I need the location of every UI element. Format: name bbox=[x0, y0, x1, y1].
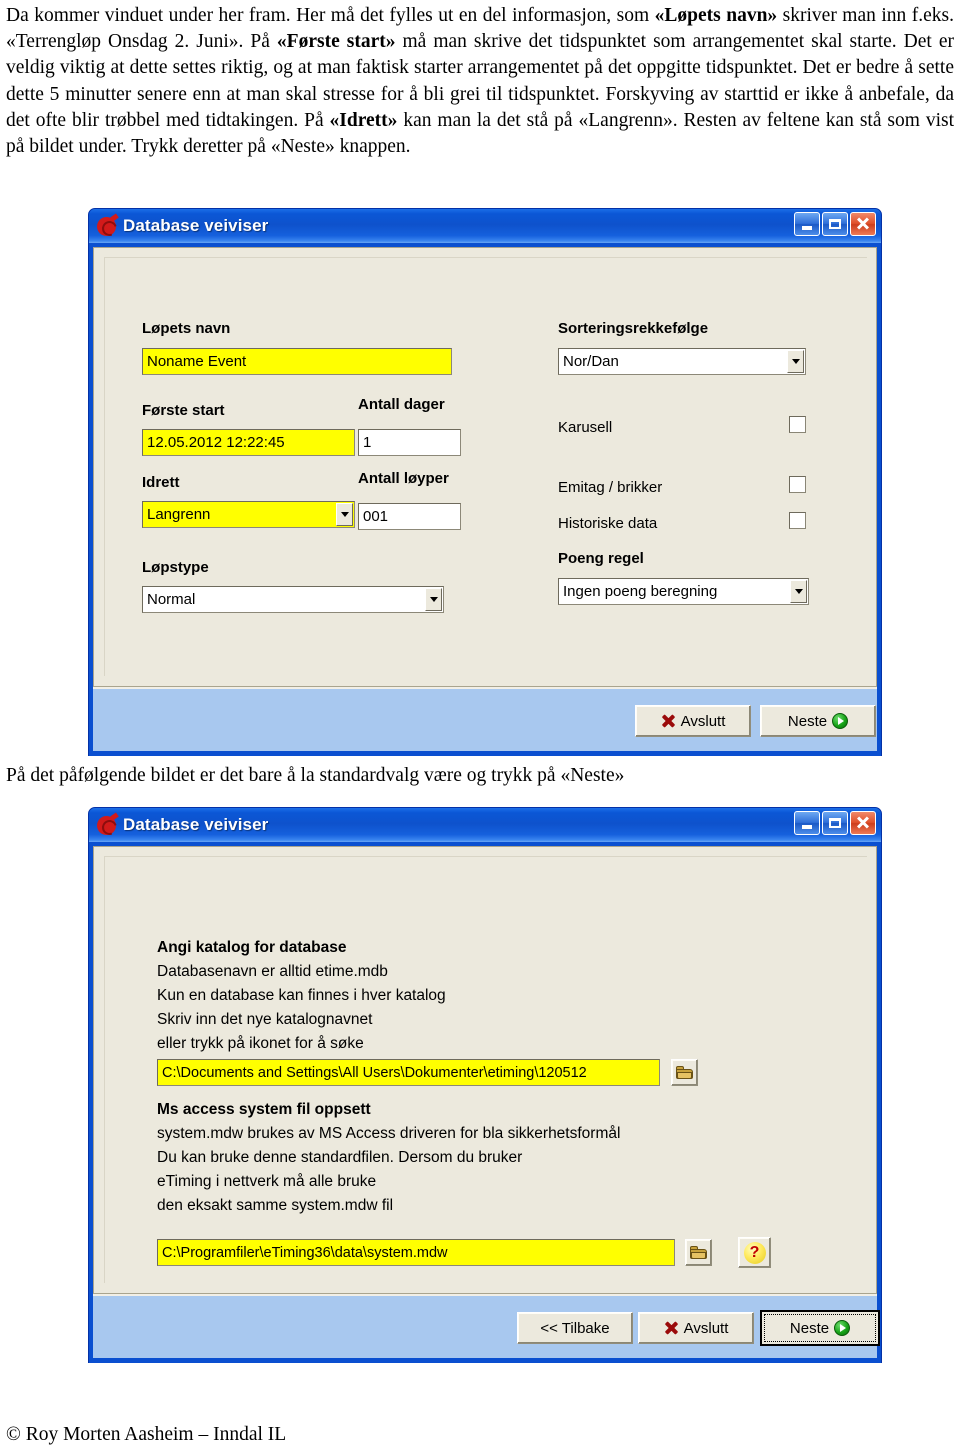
page-footer: © Roy Morten Aasheim – Inndal IL bbox=[6, 1424, 287, 1445]
database-wizard-dialog-step1: Database veiviser Løpets navn Noname Eve… bbox=[88, 208, 882, 756]
angi-katalog-line-3: Skriv inn det nye katalognavnet bbox=[157, 1011, 373, 1028]
dialog1-title: Database veiviser bbox=[123, 216, 269, 235]
dialog2-panel: Angi katalog for database Databasenavn e… bbox=[104, 856, 867, 1283]
system-mdw-path-input[interactable]: C:\Programfiler\eTiming36\data\system.md… bbox=[157, 1239, 675, 1266]
dialog1-button-bar: Avslutt Neste bbox=[93, 687, 877, 751]
red-x-icon bbox=[664, 1321, 679, 1336]
dialog1-bottom-edge bbox=[89, 751, 881, 756]
ms-access-line-3: eTiming i nettverk må alle bruke bbox=[157, 1173, 377, 1190]
close-icon[interactable] bbox=[850, 212, 876, 236]
poeng-regel-label: Poeng regel bbox=[558, 550, 644, 567]
dialog2-bottom-edge bbox=[89, 1358, 881, 1363]
intro-text: Da kommer vinduet under her fram. Her må… bbox=[6, 5, 655, 26]
intro-emphasis: «Løpets navn» bbox=[654, 5, 778, 26]
historiske-data-label: Historiske data bbox=[558, 515, 658, 532]
angi-katalog-line-1: Databasenavn er alltid etime.mdb bbox=[157, 963, 388, 980]
antall-dager-label: Antall dager bbox=[358, 396, 445, 413]
forste-start-label: Første start bbox=[142, 402, 225, 419]
tilbake-button[interactable]: << Tilbake bbox=[517, 1312, 633, 1344]
database-wizard-dialog-step2: Database veiviser Angi katalog for datab… bbox=[88, 807, 882, 1363]
neste-button-label: Neste bbox=[789, 1319, 830, 1337]
folder-open-icon bbox=[676, 1066, 693, 1079]
sorteringsrekkefolge-value: Nor/Dan bbox=[558, 348, 806, 375]
minimize-icon[interactable] bbox=[794, 811, 820, 835]
avslutt-button[interactable]: Avslutt bbox=[638, 1312, 754, 1344]
chevron-down-icon[interactable] bbox=[790, 580, 807, 603]
dialog1-titlebar-buttons bbox=[794, 212, 876, 236]
angi-katalog-line-4: eller trykk på ikonet for å søke bbox=[157, 1035, 364, 1052]
intro-emphasis: «Idrett» bbox=[329, 109, 398, 131]
maximize-icon[interactable] bbox=[822, 212, 848, 236]
question-mark-icon: ? bbox=[743, 1241, 766, 1264]
antall-loyper-label: Antall løyper bbox=[358, 470, 449, 487]
avslutt-button[interactable]: Avslutt bbox=[635, 705, 751, 737]
lopstype-dropdown[interactable]: Normal bbox=[142, 586, 444, 613]
chevron-down-icon[interactable] bbox=[425, 588, 442, 611]
green-play-icon bbox=[834, 1320, 851, 1336]
lopstype-dropdown-value: Normal bbox=[142, 586, 444, 613]
minimize-icon[interactable] bbox=[794, 212, 820, 236]
dialog1-client-area: Løpets navn Noname Event Første start 12… bbox=[93, 247, 877, 687]
emitag-brikker-checkbox[interactable] bbox=[789, 476, 806, 493]
intro-emphasis: «Første start» bbox=[276, 31, 396, 53]
lopets-navn-label: Løpets navn bbox=[142, 320, 231, 337]
idrett-label: Idrett bbox=[142, 474, 180, 491]
idrett-dropdown-value: Langrenn bbox=[142, 501, 355, 528]
lopets-navn-input[interactable]: Noname Event bbox=[142, 348, 452, 375]
neste-button-label: Neste bbox=[787, 712, 828, 730]
dialog2-client-area: Angi katalog for database Databasenavn e… bbox=[93, 846, 877, 1294]
forste-start-input[interactable]: 12.05.2012 12:22:45 bbox=[142, 429, 355, 456]
middle-paragraph: På det påfølgende bildet er det bare å l… bbox=[6, 765, 625, 786]
karusell-checkbox[interactable] bbox=[789, 416, 806, 433]
database-path-input[interactable]: C:\Documents and Settings\All Users\Doku… bbox=[157, 1059, 660, 1086]
dialog2-title: Database veiviser bbox=[123, 815, 269, 834]
dialog2-titlebar[interactable]: Database veiviser bbox=[89, 808, 881, 842]
etiming-stopwatch-icon bbox=[96, 212, 119, 237]
maximize-icon[interactable] bbox=[822, 811, 848, 835]
etiming-stopwatch-icon bbox=[96, 811, 119, 836]
idrett-dropdown[interactable]: Langrenn bbox=[142, 501, 355, 528]
angi-katalog-heading: Angi katalog for database bbox=[157, 939, 347, 956]
browse-system-file-button[interactable] bbox=[685, 1239, 712, 1266]
ms-access-line-2: Du kan bruke denne standardfilen. Dersom… bbox=[157, 1149, 523, 1166]
chevron-down-icon[interactable] bbox=[787, 350, 804, 373]
green-play-icon bbox=[832, 713, 849, 729]
dialog2-titlebar-buttons bbox=[794, 811, 876, 835]
browse-database-folder-button[interactable] bbox=[671, 1059, 698, 1086]
neste-button[interactable]: Neste bbox=[760, 705, 876, 737]
poeng-regel-dropdown[interactable]: Ingen poeng beregning bbox=[558, 578, 809, 605]
ms-access-line-4: den eksakt samme system.mdw fil bbox=[157, 1197, 394, 1214]
dialog1-titlebar[interactable]: Database veiviser bbox=[89, 209, 881, 243]
neste-button[interactable]: Neste bbox=[760, 1310, 880, 1346]
tilbake-button-label: << Tilbake bbox=[540, 1319, 610, 1337]
avslutt-button-label: Avslutt bbox=[683, 1319, 729, 1337]
close-icon[interactable] bbox=[850, 811, 876, 835]
dialog1-body: Løpets navn Noname Event Første start 12… bbox=[89, 243, 881, 751]
ms-access-heading: Ms access system fil oppsett bbox=[157, 1101, 371, 1118]
poeng-regel-value: Ingen poeng beregning bbox=[558, 578, 809, 605]
sorteringsrekkefolge-label: Sorteringsrekkefølge bbox=[558, 320, 709, 337]
emitag-brikker-label: Emitag / brikker bbox=[558, 479, 663, 496]
folder-open-icon bbox=[690, 1246, 707, 1259]
dialog2-button-bar: << Tilbake Avslutt Neste bbox=[93, 1294, 880, 1358]
karusell-label: Karusell bbox=[558, 419, 613, 436]
avslutt-button-label: Avslutt bbox=[680, 712, 726, 730]
help-button[interactable]: ? bbox=[738, 1237, 771, 1268]
historiske-data-checkbox[interactable] bbox=[789, 512, 806, 529]
dialog2-body: Angi katalog for database Databasenavn e… bbox=[89, 842, 881, 1358]
chevron-down-icon[interactable] bbox=[336, 503, 353, 526]
lopstype-label: Løpstype bbox=[142, 559, 209, 576]
intro-paragraph: Da kommer vinduet under her fram. Her må… bbox=[6, 3, 954, 160]
sorteringsrekkefolge-dropdown[interactable]: Nor/Dan bbox=[558, 348, 806, 375]
dialog1-panel: Løpets navn Noname Event Første start 12… bbox=[104, 257, 867, 676]
antall-dager-input[interactable]: 1 bbox=[358, 429, 461, 456]
red-x-icon bbox=[661, 714, 676, 729]
ms-access-line-1: system.mdw brukes av MS Access driveren … bbox=[157, 1125, 621, 1142]
antall-loyper-input[interactable]: 001 bbox=[358, 503, 461, 530]
angi-katalog-line-2: Kun en database kan finnes i hver katalo… bbox=[157, 987, 446, 1004]
